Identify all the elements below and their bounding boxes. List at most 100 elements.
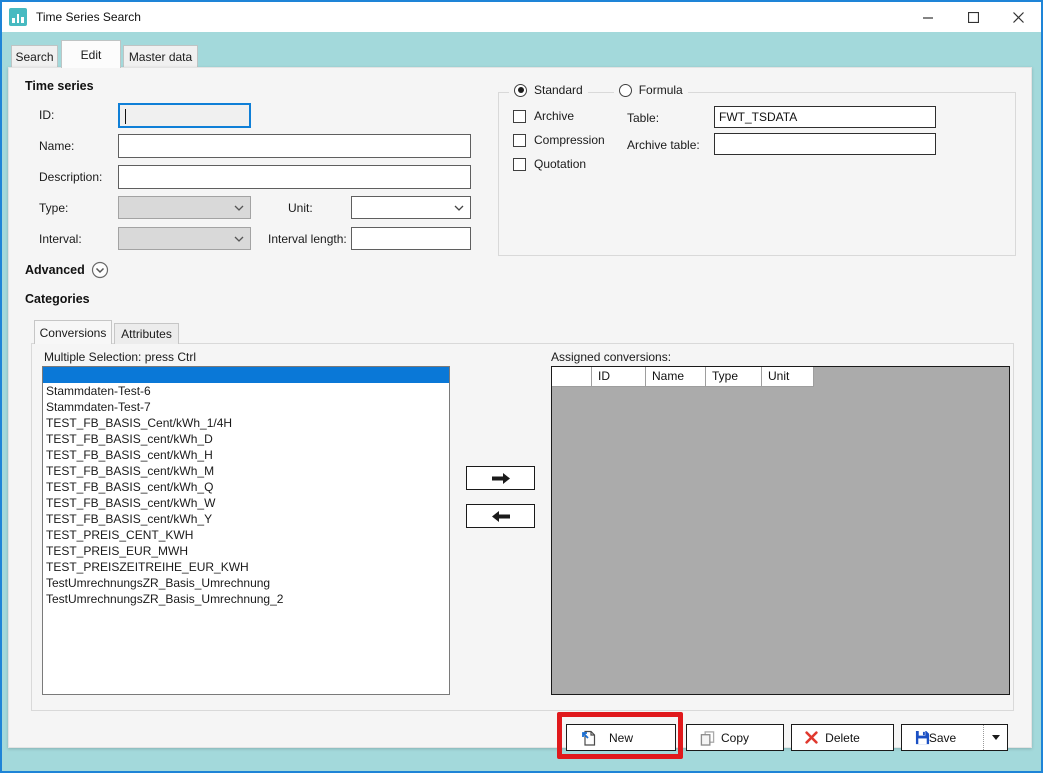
interval-label: Interval: [39, 232, 82, 246]
description-input[interactable] [118, 165, 471, 189]
grid-col-id[interactable]: ID [592, 367, 646, 387]
checkbox-icon [513, 134, 526, 147]
id-input[interactable] [118, 103, 251, 128]
arrow-right-icon [490, 472, 512, 485]
unit-dropdown[interactable] [351, 196, 471, 219]
edit-tab-panel: Time series ID: Name: Description: Type:… [8, 67, 1032, 748]
window-controls [906, 2, 1041, 32]
advanced-section: Advanced [25, 261, 109, 279]
interval-dropdown[interactable] [118, 227, 251, 250]
grid-col-name[interactable]: Name [646, 367, 706, 387]
save-button[interactable]: Save [901, 724, 1008, 751]
grid-col-rowselector [552, 367, 592, 387]
unassign-conversion-button[interactable] [466, 504, 535, 528]
archive-table-input[interactable] [714, 133, 936, 155]
copy-button[interactable]: Copy [686, 724, 784, 751]
radio-unselected-icon [619, 84, 632, 97]
assigned-conversions-label: Assigned conversions: [551, 350, 671, 364]
delete-button[interactable]: Delete [791, 724, 894, 751]
checkbox-icon [513, 110, 526, 123]
compression-checkbox-option[interactable]: Compression [513, 133, 605, 147]
list-item[interactable]: TEST_FB_BASIS_cent/kWh_M [43, 463, 449, 479]
copy-icon [700, 730, 715, 746]
archive-checkbox-label: Archive [534, 109, 574, 123]
list-item[interactable]: TEST_PREIS_EUR_MWH [43, 543, 449, 559]
tab-attributes[interactable]: Attributes [114, 323, 179, 344]
delete-x-icon [805, 731, 818, 744]
save-floppy-icon [915, 730, 930, 745]
grid-col-type[interactable]: Type [706, 367, 762, 387]
maximize-button[interactable] [951, 2, 996, 32]
assigned-conversions-grid[interactable]: ID Name Type Unit [551, 366, 1010, 695]
formula-radio-option[interactable]: Formula [614, 83, 688, 97]
assign-conversion-button[interactable] [466, 466, 535, 490]
series-type-groupbox: Standard Formula Archive Compression Quo… [498, 92, 1016, 256]
interval-length-input[interactable] [351, 227, 471, 250]
list-item[interactable]: TEST_FB_BASIS_Cent/kWh_1/4H [43, 415, 449, 431]
categories-heading: Categories [25, 292, 90, 306]
standard-radio-label: Standard [534, 83, 583, 97]
list-item[interactable]: TestUmrechnungsZR_Basis_Umrechnung_2 [43, 591, 449, 607]
conversions-tab-panel: Multiple Selection: press Ctrl Stammdate… [31, 343, 1014, 711]
list-item[interactable]: Stammdaten-Test-7 [43, 399, 449, 415]
bar-chart-app-icon [9, 8, 27, 26]
expand-chevron-icon[interactable] [91, 261, 109, 279]
chevron-down-icon [234, 236, 244, 242]
quotation-checkbox-option[interactable]: Quotation [513, 157, 586, 171]
tab-conversions[interactable]: Conversions [34, 320, 112, 344]
name-label: Name: [39, 139, 74, 153]
chevron-down-icon [234, 205, 244, 211]
close-icon [1013, 12, 1024, 23]
maximize-icon [968, 12, 979, 23]
list-item[interactable]: Stammdaten-Test-6 [43, 383, 449, 399]
archive-table-label: Archive table: [627, 138, 700, 152]
tab-master-data[interactable]: Master data [123, 45, 198, 68]
tab-search[interactable]: Search [11, 45, 58, 68]
id-label: ID: [39, 108, 54, 122]
save-dropdown-button[interactable] [983, 725, 1007, 750]
list-item[interactable]: TEST_FB_BASIS_cent/kWh_W [43, 495, 449, 511]
list-item[interactable]: TEST_FB_BASIS_cent/kWh_H [43, 447, 449, 463]
list-item[interactable] [43, 367, 449, 383]
new-button[interactable]: New [566, 724, 676, 751]
advanced-label: Advanced [25, 263, 85, 277]
minimize-button[interactable] [906, 2, 951, 32]
list-item[interactable]: TEST_FB_BASIS_cent/kWh_Y [43, 511, 449, 527]
interval-length-label: Interval length: [268, 232, 347, 246]
arrow-left-icon [490, 510, 512, 523]
close-button[interactable] [996, 2, 1041, 32]
list-item[interactable]: TEST_PREISZEITREIHE_EUR_KWH [43, 559, 449, 575]
compression-checkbox-label: Compression [534, 133, 605, 147]
type-dropdown[interactable] [118, 196, 251, 219]
time-series-heading: Time series [25, 79, 94, 93]
description-label: Description: [39, 170, 102, 184]
quotation-checkbox-label: Quotation [534, 157, 586, 171]
list-item[interactable]: TEST_FB_BASIS_cent/kWh_Q [43, 479, 449, 495]
series-type-radio-row: Standard Formula [509, 83, 688, 97]
chevron-down-icon [454, 205, 464, 211]
radio-selected-icon [514, 84, 527, 97]
grid-col-unit[interactable]: Unit [762, 367, 814, 387]
list-item[interactable]: TEST_PREIS_CENT_KWH [43, 527, 449, 543]
standard-radio-option[interactable]: Standard [509, 83, 588, 97]
dropdown-arrow-icon [992, 735, 1000, 740]
unit-label: Unit: [288, 201, 313, 215]
time-series-search-window: Time Series Search Search Edit Master da… [0, 0, 1043, 773]
title-bar: Time Series Search [2, 2, 1041, 32]
new-document-icon [580, 730, 596, 746]
text-caret [125, 109, 126, 124]
archive-checkbox-option[interactable]: Archive [513, 109, 574, 123]
tab-edit[interactable]: Edit [61, 40, 121, 68]
name-input[interactable] [118, 134, 471, 158]
minimize-icon [923, 12, 934, 23]
grid-header-row: ID Name Type Unit [552, 367, 1009, 387]
table-input[interactable] [714, 106, 936, 128]
list-item[interactable]: TEST_FB_BASIS_cent/kWh_D [43, 431, 449, 447]
formula-radio-label: Formula [639, 83, 683, 97]
table-label: Table: [627, 111, 659, 125]
list-item[interactable]: TestUmrechnungsZR_Basis_Umrechnung [43, 575, 449, 591]
type-label: Type: [39, 201, 68, 215]
multi-selection-hint: Multiple Selection: press Ctrl [44, 350, 196, 364]
conversions-listbox[interactable]: Stammdaten-Test-6 Stammdaten-Test-7 TEST… [42, 366, 450, 695]
checkbox-icon [513, 158, 526, 171]
